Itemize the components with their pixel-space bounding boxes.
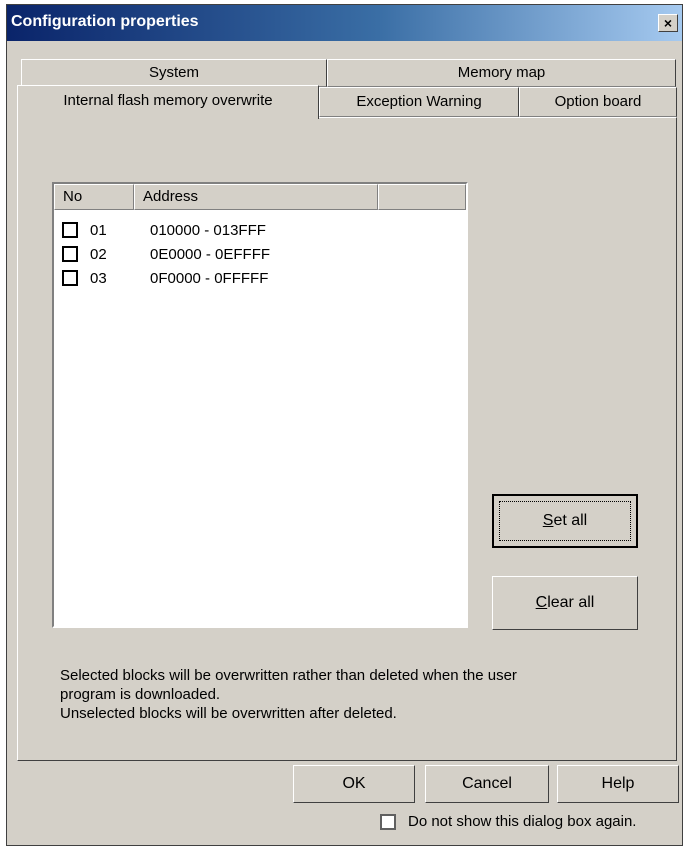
dont-show-again-label[interactable]: Do not show this dialog box again. <box>408 813 636 830</box>
tab-internal-flash-memory-overwrite[interactable]: Internal flash memory overwrite <box>17 85 319 119</box>
clear-all-mnemonic: C <box>535 594 548 611</box>
info-line-1: Selected blocks will be overwritten rath… <box>60 667 517 684</box>
block-address: 010000 - 013FFF <box>150 222 266 239</box>
block-number: 02 <box>90 246 107 263</box>
block-checkbox[interactable] <box>62 270 78 286</box>
cancel-button[interactable]: Cancel <box>425 765 549 803</box>
column-header-no[interactable]: No <box>54 184 134 210</box>
clear-all-button[interactable]: Clear all <box>492 576 638 630</box>
block-checkbox[interactable] <box>62 246 78 262</box>
set-all-button[interactable]: Set all <box>492 494 638 548</box>
ok-button[interactable]: OK <box>293 765 415 803</box>
focus-rectangle <box>499 501 631 541</box>
dont-show-again-checkbox[interactable] <box>380 814 396 830</box>
info-line-2: program is downloaded. <box>60 686 221 703</box>
tab-system[interactable]: System <box>21 59 327 87</box>
configuration-dialog: Configuration properties × System Memory… <box>6 4 683 846</box>
block-address: 0F0000 - 0FFFFF <box>150 270 269 287</box>
block-number: 03 <box>90 270 107 287</box>
column-header-address[interactable]: Address <box>134 184 378 210</box>
tab-exception-warning[interactable]: Exception Warning <box>319 87 519 117</box>
title-bar[interactable]: Configuration properties × <box>7 5 682 41</box>
info-text: Selected blocks will be overwritten rath… <box>60 666 620 723</box>
tab-panel: No Address 01 010000 - 013FFF 02 0E0000 … <box>17 117 677 761</box>
block-address: 0E0000 - 0EFFFF <box>150 246 271 263</box>
column-header-empty[interactable] <box>378 184 466 210</box>
tab-memory-map[interactable]: Memory map <box>327 59 676 87</box>
block-number: 01 <box>90 222 107 239</box>
tab-option-board[interactable]: Option board <box>519 87 677 117</box>
block-checkbox[interactable] <box>62 222 78 238</box>
flash-block-list[interactable]: No Address 01 010000 - 013FFF 02 0E0000 … <box>52 182 468 628</box>
help-button[interactable]: Help <box>557 765 679 803</box>
close-button[interactable]: × <box>658 14 678 32</box>
info-line-3: Unselected blocks will be overwritten af… <box>60 705 397 722</box>
window-title: Configuration properties <box>11 13 199 30</box>
